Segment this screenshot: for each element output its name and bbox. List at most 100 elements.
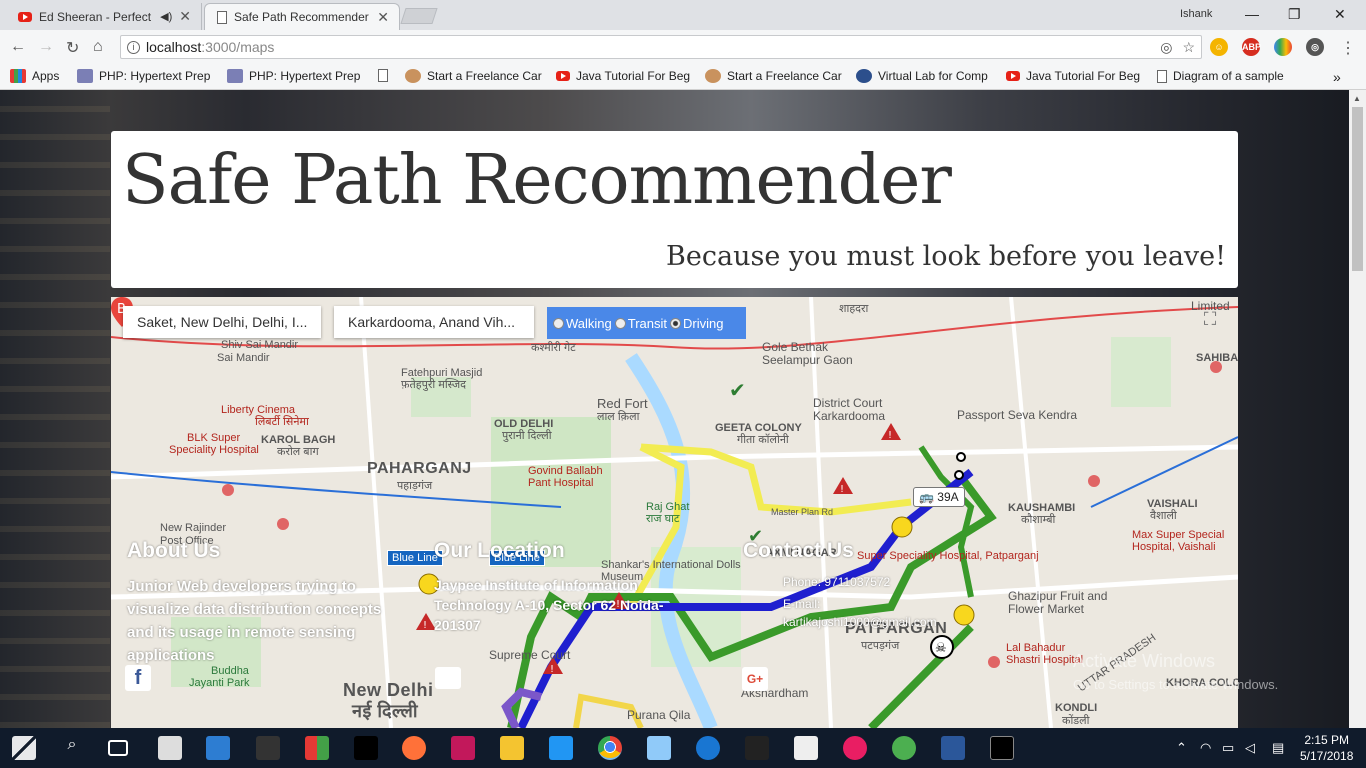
transit-radio[interactable] (614, 317, 626, 329)
mode-walking[interactable]: Walking (553, 316, 612, 331)
bookmark-apps[interactable]: Apps (10, 69, 59, 83)
route-safe[interactable] (918, 445, 975, 598)
maximize-icon[interactable]: ❐ (1288, 6, 1301, 23)
color-extension-icon[interactable] (1274, 38, 1292, 56)
home-icon[interactable]: ⌂ (93, 38, 103, 56)
driving-radio[interactable] (670, 317, 682, 329)
chrome-icon[interactable] (598, 736, 622, 760)
file-explorer-icon[interactable] (500, 736, 524, 760)
search-icon[interactable]: ⌕ (60, 736, 84, 760)
bookmark-label: PHP: Hypertext Prep (99, 69, 211, 83)
bookmark-label: Diagram of a sample (1173, 69, 1284, 83)
notifications-icon[interactable]: ▤ (1272, 740, 1284, 756)
app-icon[interactable] (843, 736, 867, 760)
map-label: Raj Ghat (646, 501, 690, 513)
app-icon[interactable] (549, 736, 573, 760)
danger-warning-icon[interactable]: ! (833, 477, 853, 495)
word-icon[interactable] (941, 736, 965, 760)
mode-transit[interactable]: Transit (614, 315, 668, 331)
firefox-icon[interactable] (402, 736, 426, 760)
contact-email[interactable]: kartikajoshi1000@gmail.com (783, 615, 937, 629)
globe-icon[interactable] (892, 736, 916, 760)
info-icon[interactable]: i (127, 40, 140, 54)
bookmark-java-1[interactable]: Java Tutorial For Beg (556, 69, 690, 83)
apps-grid-icon (10, 69, 26, 83)
bookmark-star-icon[interactable]: ☆ (1182, 39, 1195, 56)
office-icon[interactable] (305, 736, 329, 760)
app-icon[interactable] (647, 736, 671, 760)
safe-check-icon[interactable]: ✔ (729, 378, 746, 402)
scroll-up-icon[interactable]: ▲ (1353, 94, 1361, 103)
windows-start-icon[interactable] (12, 736, 36, 760)
bookmark-freelance-2[interactable]: Start a Freelance Car (705, 69, 842, 83)
close-tab-icon[interactable]: ✕ (179, 8, 191, 25)
task-view-icon[interactable] (108, 740, 128, 756)
camera-app-icon[interactable] (158, 736, 182, 760)
destination-input[interactable]: Karkardooma, Anand Vih... (334, 306, 534, 338)
bookmark-diagram[interactable]: Diagram of a sample (1157, 69, 1284, 83)
forward-icon[interactable]: → (38, 38, 54, 56)
snipping-tool-icon[interactable] (256, 736, 280, 760)
bookmark-page[interactable] (378, 69, 388, 82)
emoji-extension-icon[interactable]: ☺ (1210, 38, 1228, 56)
app-icon[interactable] (745, 736, 769, 760)
audio-icon[interactable]: ◀) (160, 10, 172, 23)
system-clock[interactable]: 2:15 PM 5/17/2018 (1300, 732, 1353, 764)
network-icon[interactable]: ◠ (1200, 740, 1211, 756)
bookmark-php-2[interactable]: PHP: Hypertext Prep (227, 69, 360, 83)
bookmark-virtual-lab[interactable]: Virtual Lab for Comp (856, 69, 988, 83)
app-icon[interactable] (696, 736, 720, 760)
tray-expand-icon[interactable]: ⌃ (1176, 740, 1187, 756)
bus-route-label[interactable]: 🚌 39A (913, 487, 965, 507)
avatar-icon (705, 69, 721, 83)
tab-safe-path[interactable]: Safe Path Recommender ✕ (204, 3, 400, 30)
mode-label: Driving (683, 315, 724, 331)
map-label: Pant Hospital (528, 477, 594, 489)
mode-driving[interactable]: Driving (670, 316, 723, 331)
mode-label: Transit (627, 315, 668, 331)
address-bar[interactable]: i localhost:3000/maps ◎ ☆ (120, 35, 1202, 59)
fullscreen-icon[interactable]: ⛶ (1199, 309, 1221, 331)
facebook-icon[interactable]: f (125, 665, 151, 691)
bookmark-freelance-1[interactable]: Start a Freelance Car (405, 69, 542, 83)
bookmarks-overflow-button[interactable]: » (1333, 69, 1341, 85)
activate-windows-watermark: Activate Windows (1073, 651, 1216, 671)
bookmark-php-1[interactable]: PHP: Hypertext Prep (77, 69, 210, 83)
route-map[interactable]: ! ! ! ! ! ✔ ✔ ☠ Shiv Sai Mandir Sai Mand… (111, 297, 1238, 728)
scrollbar-thumb[interactable] (1352, 107, 1363, 271)
bookmark-label: Start a Freelance Car (427, 69, 542, 83)
location-target-icon[interactable]: ◎ (1160, 39, 1172, 56)
tab-ed-sheeran[interactable]: Ed Sheeran - Perfect ( ◀) ✕ (6, 3, 202, 30)
twitter-icon[interactable] (435, 667, 461, 689)
map-label: Master Plan Rd (771, 507, 834, 517)
reload-icon[interactable]: ↻ (66, 38, 79, 58)
menu-dots-icon[interactable]: ⋮ (1340, 38, 1356, 58)
notepad-icon[interactable] (794, 736, 818, 760)
danger-warning-icon[interactable]: ! (881, 423, 901, 441)
page-scrollbar[interactable]: ▲ (1349, 90, 1366, 728)
neutral-face-icon[interactable] (891, 516, 913, 538)
app-icon[interactable] (206, 736, 230, 760)
danger-warning-icon[interactable]: ! (416, 613, 436, 631)
volume-icon[interactable]: ◁ (1245, 740, 1255, 756)
google-plus-icon[interactable]: G+ (742, 667, 768, 691)
map-label: New Delhi (343, 680, 434, 700)
adblock-icon[interactable]: ABP (1242, 38, 1261, 56)
minimize-icon[interactable]: — (1245, 6, 1259, 22)
neutral-face-icon[interactable] (953, 604, 975, 626)
battery-icon[interactable]: ▭ (1222, 740, 1234, 756)
new-tab-button[interactable] (400, 8, 438, 24)
app-icon[interactable] (354, 736, 378, 760)
app-icon[interactable] (451, 736, 475, 760)
walking-radio[interactable] (553, 317, 564, 329)
terminal-icon[interactable] (990, 736, 1014, 760)
transit-stop-icon (956, 452, 966, 462)
back-icon[interactable]: ← (10, 38, 26, 56)
profile-name[interactable]: Ishank (1180, 8, 1212, 20)
extension-icon[interactable]: ◎ (1306, 38, 1324, 56)
close-tab-icon[interactable]: ✕ (377, 9, 389, 26)
bookmark-java-2[interactable]: Java Tutorial For Beg (1006, 69, 1140, 83)
origin-input[interactable]: Saket, New Delhi, Delhi, I... (123, 306, 321, 338)
map-label: New Rajinder (160, 522, 227, 534)
close-window-icon[interactable]: ✕ (1334, 6, 1346, 23)
